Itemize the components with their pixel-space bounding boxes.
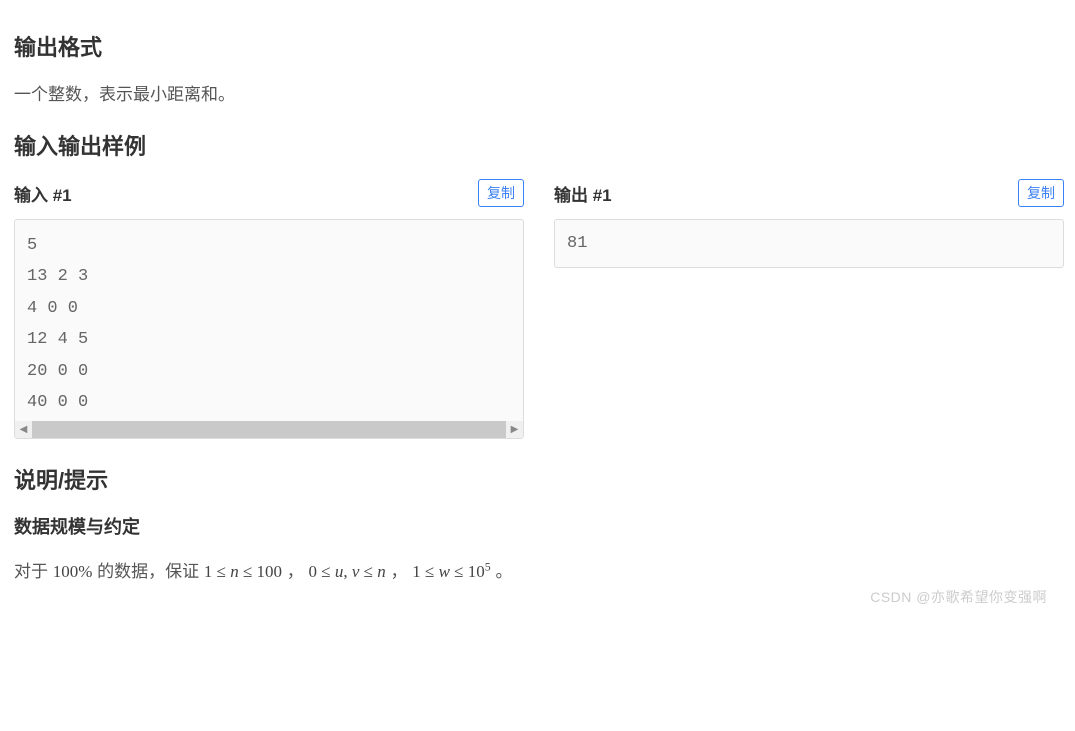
constraints-paragraph: 对于 100% 的数据，保证 1 ≤ n ≤ 100 ， 0 ≤ u, v ≤ … [14, 557, 1061, 582]
input-sample-column: 输入 #1 复制 5 13 2 3 4 0 0 12 4 5 20 0 0 40… [14, 179, 524, 439]
input-sample-content: 5 13 2 3 4 0 0 12 4 5 20 0 0 40 0 0 [15, 220, 523, 421]
sep1: ， [287, 562, 304, 581]
copy-output-button[interactable]: 复制 [1018, 179, 1064, 207]
output-sample-column: 输出 #1 复制 81 [554, 179, 1064, 439]
input-sample-header: 输入 #1 复制 [14, 179, 524, 207]
output-format-desc: 一个整数，表示最小距离和。 [14, 80, 1061, 105]
input-sample-box: 5 13 2 3 4 0 0 12 4 5 20 0 0 40 0 0 ◀ ▶ [14, 219, 524, 439]
samples-container: 输入 #1 复制 5 13 2 3 4 0 0 12 4 5 20 0 0 40… [14, 179, 1061, 439]
output-sample-label: 输出 #1 [554, 181, 612, 206]
constraint-w: 1 ≤ w ≤ 105 [412, 562, 490, 581]
period: 。 [495, 562, 512, 581]
notes-heading: 说明/提示 [14, 463, 1061, 495]
constraint-n: 1 ≤ n ≤ 100 [204, 562, 282, 581]
watermark-text: CSDN @亦歌希望你变强啊 [870, 587, 1047, 607]
percent-value: 100% [53, 562, 93, 581]
exponent: 5 [485, 559, 491, 573]
scroll-left-icon[interactable]: ◀ [15, 421, 32, 438]
copy-input-button[interactable]: 复制 [478, 179, 524, 207]
output-format-heading: 输出格式 [14, 30, 1061, 62]
output-sample-header: 输出 #1 复制 [554, 179, 1064, 207]
notes-subtitle: 数据规模与约定 [14, 513, 1061, 539]
output-sample-box: 81 [554, 219, 1064, 268]
output-sample-content: 81 [555, 220, 1063, 267]
constraint-mid: 的数据，保证 [97, 562, 204, 581]
samples-heading: 输入输出样例 [14, 129, 1061, 161]
input-scrollbar[interactable]: ◀ ▶ [15, 421, 523, 438]
scroll-track[interactable] [32, 421, 506, 438]
constraint-uv: 0 ≤ u, v ≤ n [309, 562, 386, 581]
scroll-right-icon[interactable]: ▶ [506, 421, 523, 438]
sep2: ， [391, 562, 408, 581]
constraint-prefix: 对于 [14, 562, 53, 581]
input-sample-label: 输入 #1 [14, 181, 72, 206]
